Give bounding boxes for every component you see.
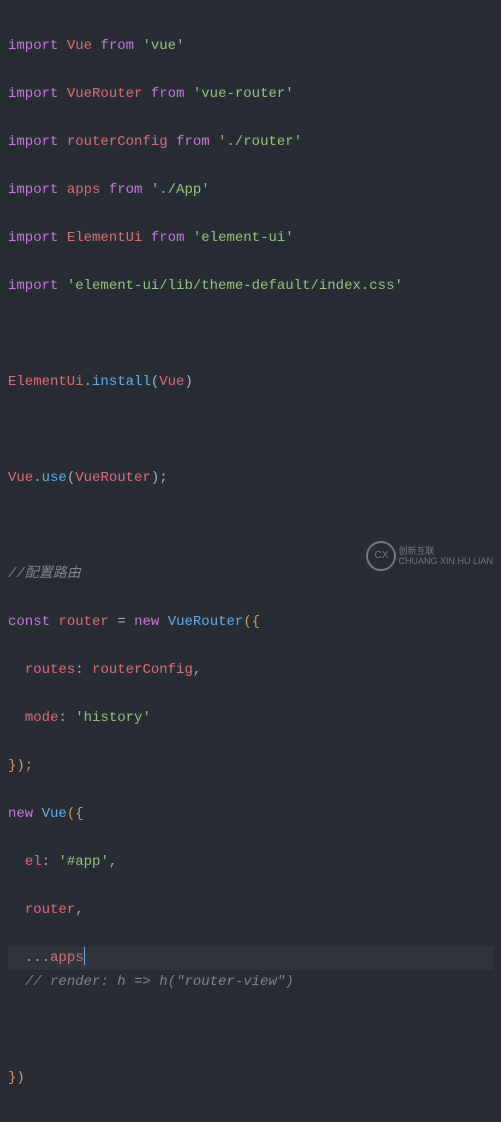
cursor-icon	[84, 947, 85, 965]
code-line: mode: 'history'	[8, 706, 493, 730]
code-line: import Vue from 'vue'	[8, 34, 493, 58]
code-line: const router = new VueRouter({	[8, 610, 493, 634]
code-line: Vue.use(VueRouter);	[8, 466, 493, 490]
code-line: ElementUi.install(Vue)	[8, 370, 493, 394]
code-line: });	[8, 754, 493, 778]
code-line: import 'element-ui/lib/theme-default/ind…	[8, 274, 493, 298]
code-line: })	[8, 1066, 493, 1090]
code-line: router,	[8, 898, 493, 922]
code-line: import ElementUi from 'element-ui'	[8, 226, 493, 250]
code-line: import apps from './App'	[8, 178, 493, 202]
code-line: el: '#app',	[8, 850, 493, 874]
code-line: new Vue({	[8, 802, 493, 826]
comment-line: // render: h => h("router-view")	[8, 970, 493, 994]
logo-icon: CX	[366, 541, 396, 571]
blank-line	[8, 514, 493, 538]
blank-line	[8, 1018, 493, 1042]
blank-line	[8, 418, 493, 442]
code-line: import routerConfig from './router'	[8, 130, 493, 154]
code-line: routes: routerConfig,	[8, 658, 493, 682]
blank-line	[8, 322, 493, 346]
active-line: ...apps	[8, 946, 493, 970]
watermark: CX 创新互联 CHUANG XIN HU LIAN	[366, 541, 493, 571]
code-line: import VueRouter from 'vue-router'	[8, 82, 493, 106]
watermark-text: 创新互联 CHUANG XIN HU LIAN	[398, 546, 493, 566]
